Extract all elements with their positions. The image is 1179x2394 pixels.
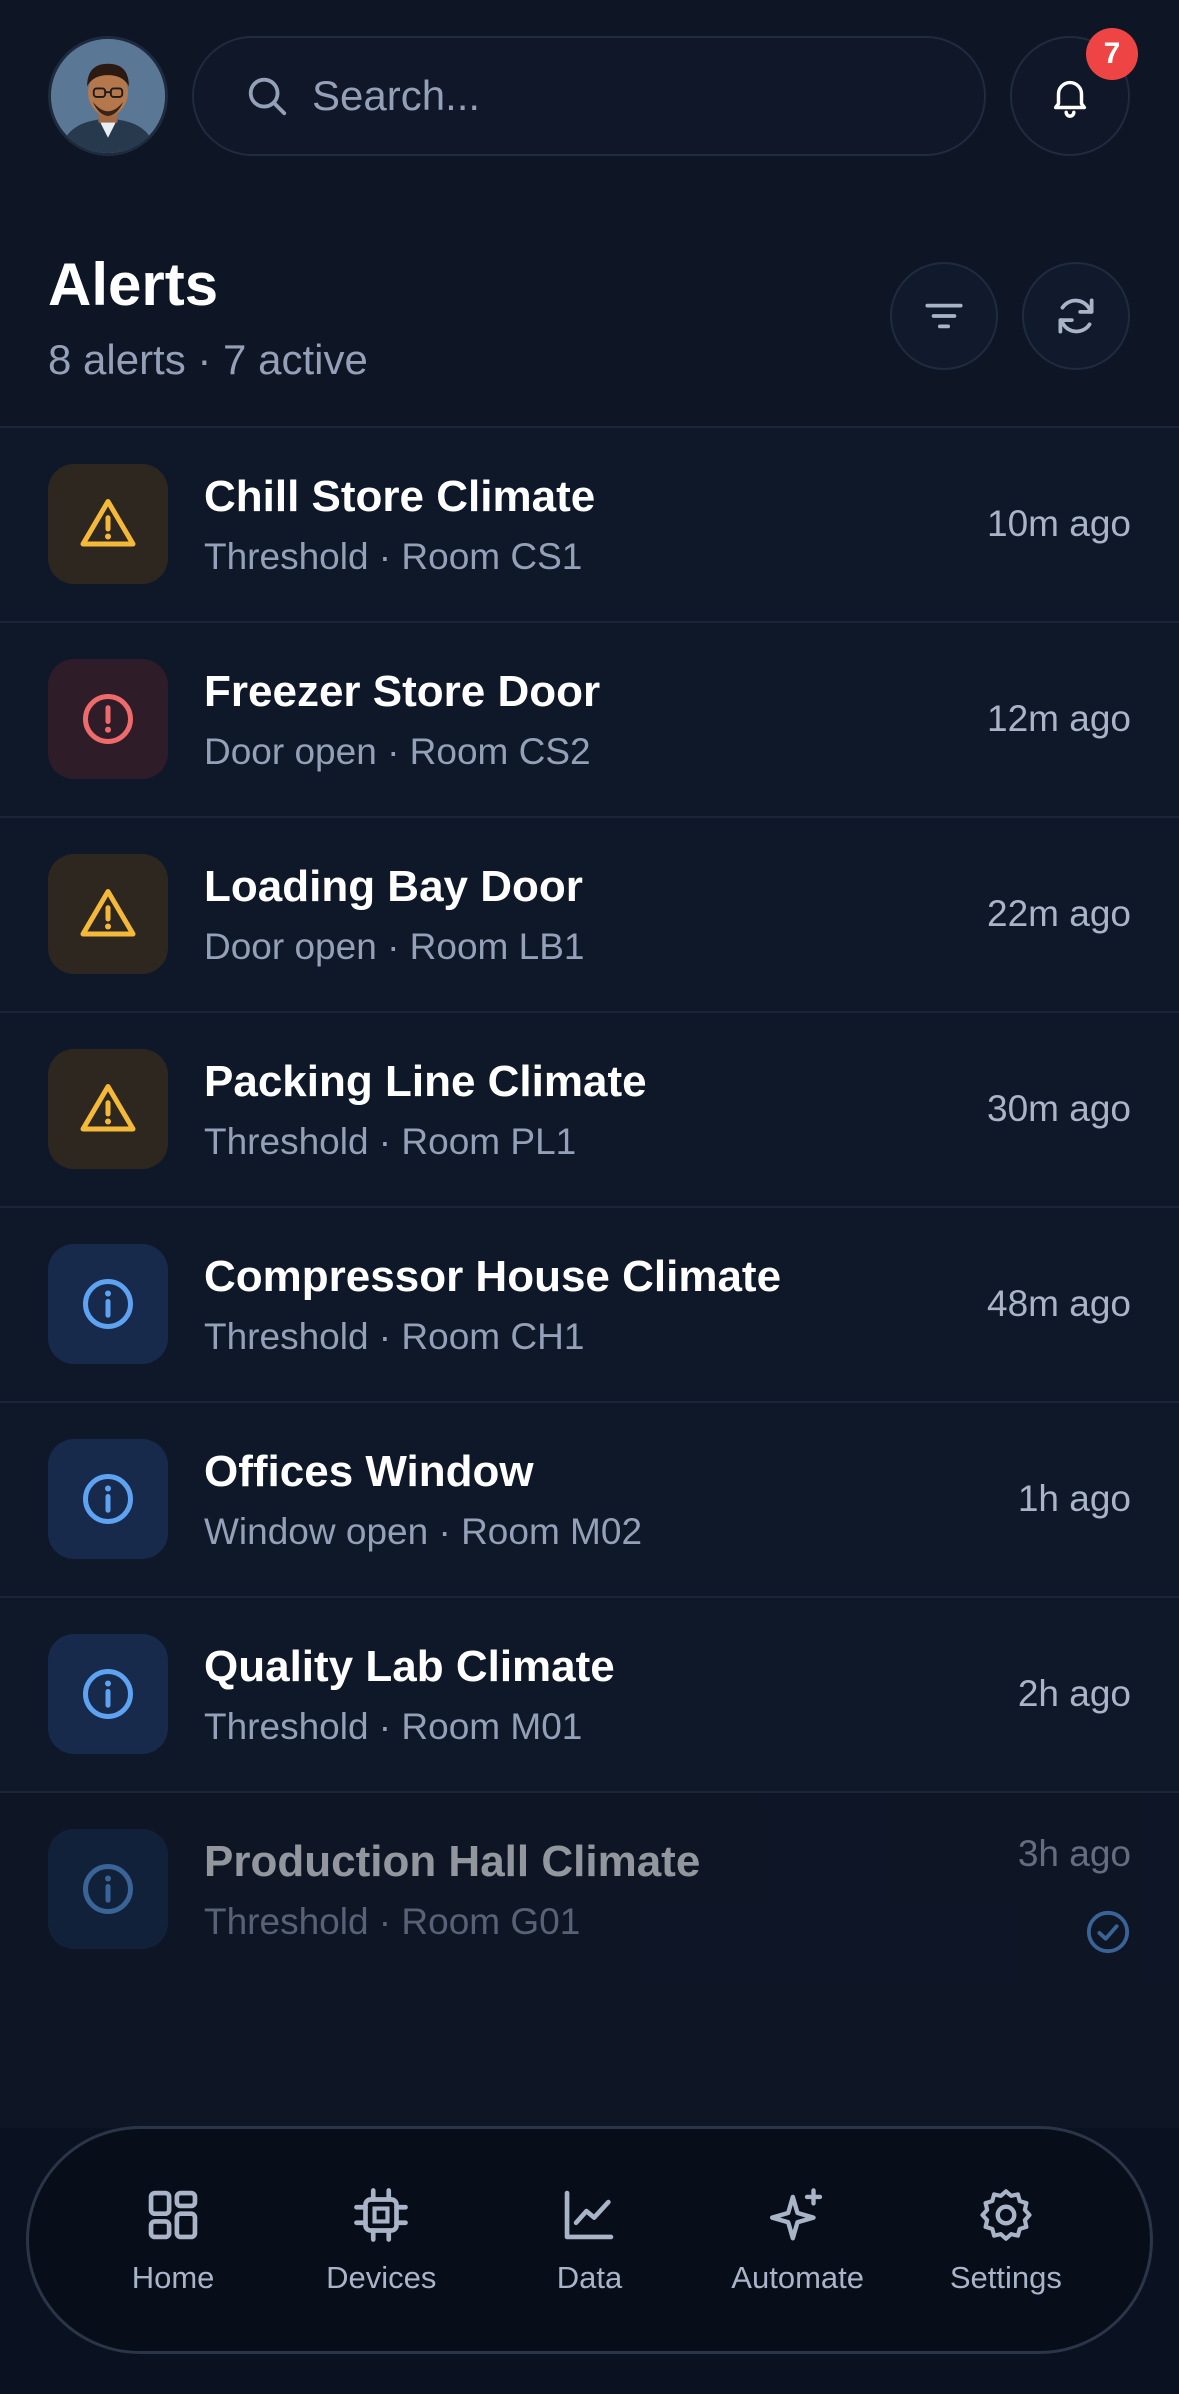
alert-circle-icon	[48, 659, 168, 779]
alert-row[interactable]: Quality Lab Climate Threshold · Room M01…	[0, 1598, 1179, 1793]
notification-badge: 7	[1086, 28, 1138, 80]
page-header: Alerts 8 alerts · 7 active	[0, 220, 1179, 426]
grid-icon	[148, 2190, 198, 2240]
info-circle-icon	[48, 1439, 168, 1559]
refresh-icon	[1058, 298, 1094, 334]
alert-subtitle: Threshold · Room G01	[204, 1901, 581, 1942]
alert-subtitle: Window open · Room M02	[204, 1511, 643, 1552]
nav-label: Home	[131, 2260, 215, 2295]
alert-row[interactable]: Offices Window Window open · Room M02 1h…	[0, 1403, 1179, 1598]
nav-devices[interactable]: Devices	[291, 2184, 471, 2296]
avatar-image	[51, 39, 165, 153]
alert-title: Offices Window	[204, 1447, 534, 1496]
alert-title: Quality Lab Climate	[204, 1642, 615, 1691]
alert-subtitle: Threshold · Room PL1	[204, 1121, 577, 1162]
warning-triangle-icon	[48, 854, 168, 974]
alert-time: 22m ago	[987, 893, 1131, 934]
alert-subtitle: Threshold · Room M01	[204, 1706, 583, 1747]
alert-time: 30m ago	[987, 1088, 1131, 1129]
alerts-list: Chill Store Climate Threshold · Room CS1…	[0, 428, 1179, 1988]
warning-triangle-icon	[48, 464, 168, 584]
top-bar: Search... 7	[0, 0, 1179, 200]
nav-home[interactable]: Home	[83, 2184, 263, 2296]
alert-row[interactable]: Compressor House Climate Threshold · Roo…	[0, 1208, 1179, 1403]
alert-subtitle: Threshold · Room CH1	[204, 1316, 585, 1357]
info-circle-icon	[48, 1634, 168, 1754]
nav-settings[interactable]: Settings	[916, 2184, 1096, 2296]
alert-time: 12m ago	[987, 698, 1131, 739]
info-circle-icon	[48, 1244, 168, 1364]
alert-row-resolved[interactable]: Production Hall Climate Threshold · Room…	[0, 1793, 1179, 1988]
alert-subtitle: Door open · Room CS2	[204, 731, 591, 772]
alert-row[interactable]: Chill Store Climate Threshold · Room CS1…	[0, 428, 1179, 623]
alert-time: 48m ago	[987, 1283, 1131, 1324]
nav-label: Data	[556, 2260, 623, 2295]
alert-title: Packing Line Climate	[204, 1057, 647, 1106]
info-circle-icon	[48, 1829, 168, 1949]
alert-row[interactable]: Freezer Store Door Door open · Room CS2 …	[0, 623, 1179, 818]
alert-title: Chill Store Climate	[204, 472, 596, 521]
nav-label: Settings	[949, 2260, 1062, 2295]
alert-row[interactable]: Loading Bay Door Door open · Room LB1 22…	[0, 818, 1179, 1013]
refresh-button[interactable]	[1022, 262, 1130, 370]
bottom-nav: Home Devices Data Automate Settings	[26, 2126, 1153, 2354]
alert-title: Compressor House Climate	[204, 1252, 782, 1301]
nav-label: Automate	[731, 2260, 864, 2295]
nav-automate[interactable]: Automate	[708, 2184, 888, 2296]
page-subtitle: 8 alerts · 7 active	[48, 336, 368, 383]
warning-triangle-icon	[48, 1049, 168, 1169]
alert-time: 3h ago	[1017, 1833, 1131, 1874]
alert-time: 2h ago	[1017, 1673, 1131, 1714]
chart-icon	[565, 2190, 614, 2240]
search-placeholder: Search...	[312, 72, 481, 119]
alert-time: 10m ago	[987, 503, 1131, 544]
chip-icon	[354, 2188, 409, 2242]
gear-icon	[980, 2189, 1032, 2241]
alert-title: Production Hall Climate	[204, 1837, 701, 1886]
filter-button[interactable]	[890, 262, 998, 370]
search-input[interactable]: Search...	[192, 36, 986, 156]
search-icon	[248, 77, 287, 116]
alert-subtitle: Threshold · Room CS1	[204, 536, 583, 577]
alert-time: 1h ago	[1017, 1478, 1131, 1519]
check-circle-icon	[1086, 1910, 1130, 1954]
nav-label: Devices	[326, 2260, 437, 2295]
alert-subtitle: Door open · Room LB1	[204, 926, 585, 967]
nav-data[interactable]: Data	[499, 2184, 679, 2296]
page-title: Alerts	[48, 251, 219, 318]
alert-title: Freezer Store Door	[204, 667, 601, 716]
alert-row[interactable]: Packing Line Climate Threshold · Room PL…	[0, 1013, 1179, 1208]
filter-icon	[925, 303, 963, 329]
avatar[interactable]	[48, 36, 168, 156]
sparkle-icon	[769, 2188, 822, 2241]
bell-icon	[1053, 80, 1087, 118]
alert-title: Loading Bay Door	[204, 862, 583, 911]
